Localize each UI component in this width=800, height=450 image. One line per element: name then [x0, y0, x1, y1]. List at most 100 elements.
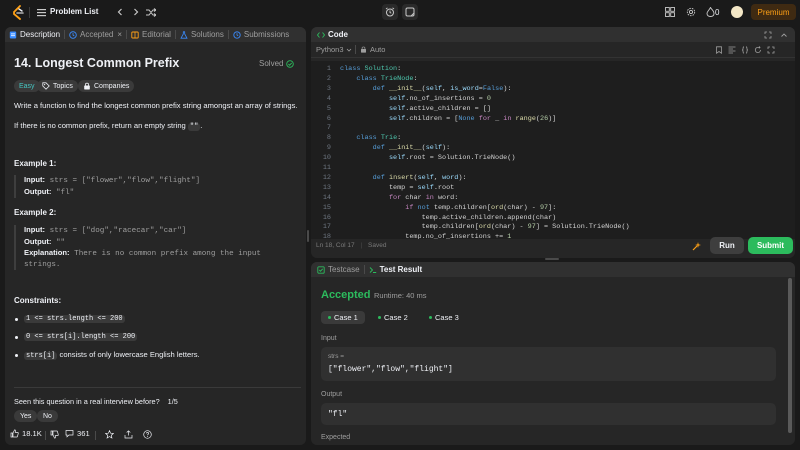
- random-problem-button[interactable]: [145, 6, 157, 18]
- tab-solutions[interactable]: Solutions: [176, 27, 228, 42]
- auto-label: Auto: [370, 45, 386, 54]
- difficulty-badge[interactable]: Easy: [14, 80, 40, 92]
- line-number: 18: [322, 233, 331, 239]
- check-circle-icon: [286, 59, 295, 68]
- line-number: 6: [326, 114, 331, 123]
- panel-resize-handle[interactable]: [545, 258, 559, 260]
- gear-icon: [686, 7, 696, 17]
- topics-button[interactable]: Topics: [37, 80, 78, 92]
- output-label: Output:: [24, 236, 52, 246]
- code-editor[interactable]: 1 class Solution: 2 class TrieNode: 3 de…: [311, 61, 795, 239]
- testcase-tab-label: Testcase: [328, 265, 360, 274]
- description-tab-bar: Description Accepted × Editorial Solutio…: [5, 27, 306, 42]
- result-scrollbar[interactable]: [788, 278, 792, 433]
- cursor-position: Ln 18, Col 17: [316, 242, 355, 249]
- layout-button[interactable]: [664, 6, 676, 18]
- note-icon: [405, 7, 415, 17]
- debug-icon[interactable]: [692, 241, 702, 251]
- line-number: 17: [322, 223, 331, 232]
- submit-button[interactable]: Submit: [748, 237, 793, 254]
- code-line: for char in word:: [388, 193, 459, 202]
- flask-icon: [180, 30, 188, 39]
- problem-list-label[interactable]: Problem List: [50, 7, 98, 16]
- input-value: ["flower","flow","flight"]: [328, 365, 453, 374]
- solved-label: Solved: [259, 59, 284, 68]
- run-button[interactable]: Run: [710, 237, 744, 254]
- braces-icon[interactable]: [741, 45, 749, 54]
- avatar[interactable]: [731, 6, 743, 18]
- lock-icon: [361, 46, 366, 53]
- constraints-heading: Constraints:: [14, 296, 62, 305]
- constraint-3-code: strs[i]: [24, 352, 58, 360]
- tab-description[interactable]: Description: [5, 27, 64, 42]
- code-line: temp.children[ord(char) - 97] = Solution…: [340, 223, 630, 232]
- case-label: Case 3: [435, 313, 459, 322]
- close-icon[interactable]: ×: [117, 30, 122, 39]
- line-number: 11: [322, 164, 331, 172]
- no-button[interactable]: No: [37, 410, 58, 422]
- example-2-output: "": [55, 238, 66, 247]
- yes-button[interactable]: Yes: [14, 410, 38, 422]
- case-tab-3[interactable]: Case 3: [422, 311, 466, 324]
- case-tab-1[interactable]: Case 1: [321, 311, 365, 324]
- thumbs-down-icon[interactable]: [50, 430, 59, 439]
- code-line: class Trie:: [356, 134, 402, 143]
- help-icon[interactable]: [143, 430, 152, 439]
- format-icon[interactable]: [728, 46, 736, 54]
- example-1-heading: Example 1:: [14, 159, 57, 168]
- prev-problem-button[interactable]: [114, 6, 126, 18]
- code-brackets-icon: [317, 31, 325, 38]
- runtime: Runtime: 40 ms: [374, 291, 427, 300]
- explanation-label: Explanation:: [24, 248, 70, 257]
- tab-testcase[interactable]: Testcase: [311, 262, 364, 277]
- share-icon[interactable]: [124, 430, 133, 439]
- auto-mode[interactable]: Auto: [360, 45, 385, 54]
- interview-question-text: Seen this question in a real interview b…: [14, 397, 160, 406]
- maximize-icon[interactable]: [764, 31, 772, 39]
- reset-icon[interactable]: [754, 45, 762, 54]
- example-2-explanation: There is no common prefix among the inpu…: [74, 250, 261, 258]
- language-select[interactable]: Python3: [316, 45, 352, 54]
- result-tab-bar: Testcase Test Result: [311, 262, 795, 277]
- line-number: 10: [322, 154, 331, 163]
- case-label: Case 2: [384, 313, 408, 322]
- chevron-up-icon[interactable]: [780, 31, 788, 39]
- premium-button[interactable]: Premium: [751, 4, 796, 20]
- solved-status: Solved: [259, 59, 295, 68]
- code-line: self.children = [None for _ in range(26)…: [388, 114, 557, 123]
- notes-button[interactable]: [402, 4, 418, 20]
- chevron-left-icon: [117, 8, 122, 16]
- tab-submissions[interactable]: Submissions: [229, 27, 293, 42]
- code-line: temp.no_of_insertions += 1: [340, 233, 512, 239]
- settings-button[interactable]: [685, 6, 697, 18]
- editor-status: Ln 18, Col 17 | Saved: [316, 242, 387, 249]
- code-line: class TrieNode:: [356, 74, 418, 83]
- tab-accepted[interactable]: Accepted ×: [65, 27, 126, 42]
- tag-icon: [42, 82, 50, 90]
- expand-icon[interactable]: [767, 46, 775, 54]
- topics-label: Topics: [53, 82, 73, 90]
- like-count: 18.1K: [22, 429, 42, 438]
- problem-title[interactable]: 14. Longest Common Prefix: [14, 56, 179, 70]
- constraint-3-text: consists of only lowercase English lette…: [59, 350, 200, 359]
- code-line: self.active_children = []: [388, 104, 491, 113]
- companies-button[interactable]: Companies: [78, 80, 135, 92]
- example-2-input: strs = ["dog","racecar","car"]: [49, 227, 187, 235]
- comments-button[interactable]: 361: [65, 429, 90, 438]
- timer-button[interactable]: [382, 4, 398, 20]
- star-icon[interactable]: [105, 430, 114, 439]
- next-problem-button[interactable]: [130, 6, 142, 18]
- like-button[interactable]: 18.1K: [10, 429, 42, 438]
- tab-editorial[interactable]: Editorial: [127, 27, 175, 42]
- constraint-1: 1 <= strs.length <= 200: [24, 315, 125, 323]
- logo-icon[interactable]: [11, 5, 25, 20]
- bookmark-icon[interactable]: [715, 45, 723, 54]
- tab-test-result[interactable]: Test Result: [365, 262, 427, 277]
- inline-code: "": [187, 123, 201, 131]
- problem-list-icon[interactable]: [37, 8, 46, 17]
- shuffle-icon: [146, 7, 156, 17]
- pass-dot: [429, 316, 432, 319]
- case-tab-2[interactable]: Case 2: [371, 311, 415, 324]
- panel-resize-handle[interactable]: [307, 230, 309, 242]
- tab-code[interactable]: Code: [311, 27, 352, 42]
